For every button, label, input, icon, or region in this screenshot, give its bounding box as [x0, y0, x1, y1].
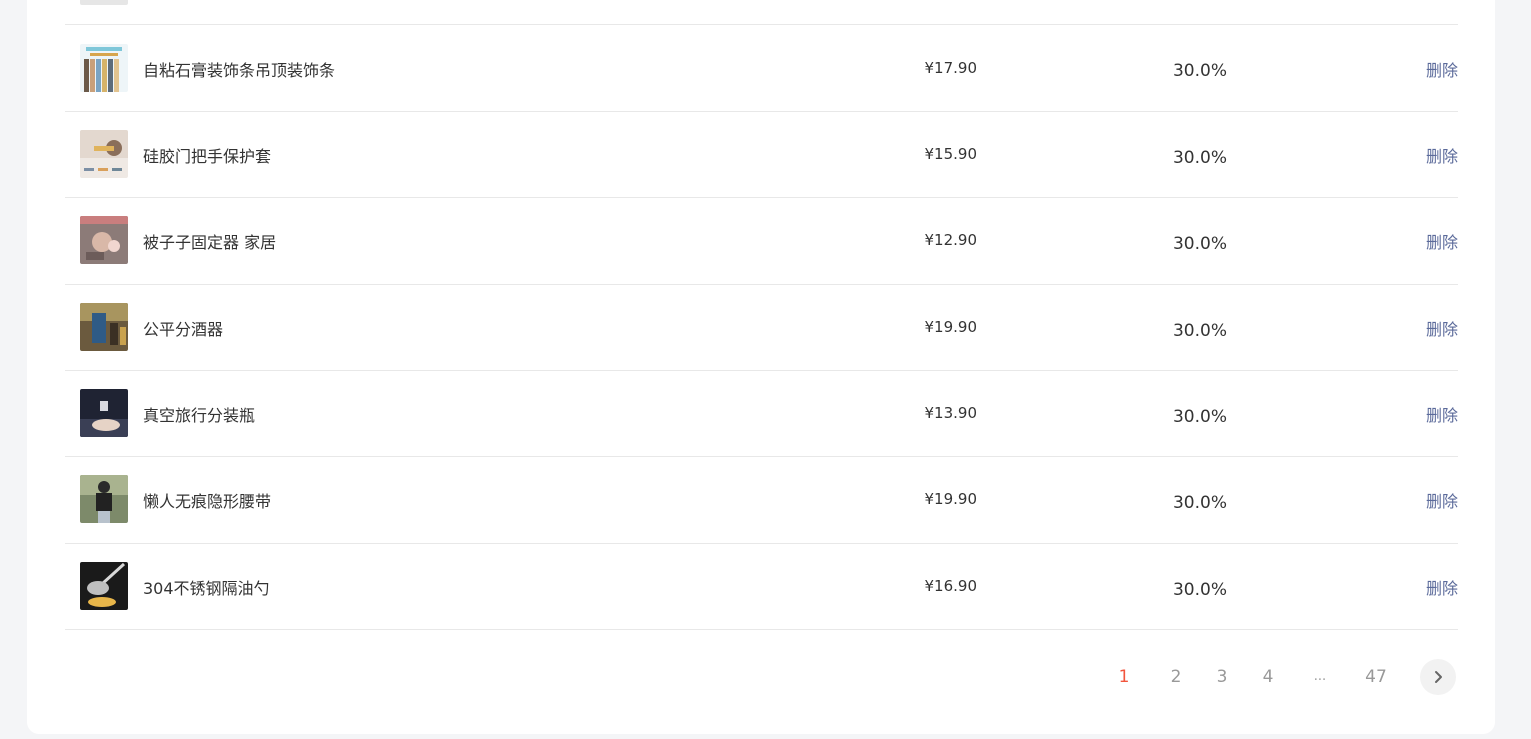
product-name: 真空旅行分装瓶 — [143, 406, 256, 425]
product-name: 硅胶门把手保护套 — [143, 147, 272, 166]
table-row: 304不锈钢隔油勺 ¥16.90 30.0% 删除 — [65, 544, 1458, 630]
commission-rate: 30.0% — [1172, 148, 1227, 168]
product-name: 304不锈钢隔油勺 — [143, 579, 270, 598]
chevron-right-icon — [1435, 671, 1442, 683]
product-name: 懒人无痕隐形腰带 — [143, 492, 272, 511]
quilt-fixer-image — [80, 216, 128, 264]
invisible-belt-image — [80, 475, 128, 523]
product-price: ¥16.90 — [924, 577, 978, 595]
commission-rate: 30.0% — [1172, 407, 1227, 427]
delete-link[interactable]: 删除 — [1426, 316, 1458, 340]
table-row: 真空旅行分装瓶 ¥13.90 30.0% 删除 — [65, 371, 1458, 457]
product-name: 自粘石膏装饰条吊顶装饰条 — [143, 61, 336, 80]
table-row: 硅胶门把手保护套 ¥15.90 30.0% 删除 — [65, 112, 1458, 198]
product-price: ¥19.90 — [924, 318, 978, 336]
product-price: ¥19.90 — [924, 490, 978, 508]
page-button-4[interactable]: 4 — [1253, 659, 1283, 695]
delete-link[interactable]: 删除 — [1426, 488, 1458, 512]
page-button-1[interactable]: 1 — [1109, 659, 1139, 695]
next-page-button[interactable] — [1420, 659, 1456, 695]
page-button-3[interactable]: 3 — [1207, 659, 1237, 695]
table-row: 公平分酒器 ¥19.90 30.0% 删除 — [65, 285, 1458, 371]
delete-link[interactable]: 删除 — [1426, 402, 1458, 426]
product-thumbnail — [80, 0, 128, 5]
oil-spoon-image — [80, 562, 128, 610]
delete-link[interactable]: 删除 — [1426, 57, 1458, 81]
table-row: 懒人无痕隐形腰带 ¥19.90 30.0% 删除 — [65, 457, 1458, 544]
product-price: ¥17.90 — [924, 59, 978, 77]
product-price: ¥12.90 — [924, 231, 978, 249]
delete-link[interactable]: 删除 — [1426, 143, 1458, 167]
page-button-2[interactable]: 2 — [1161, 659, 1191, 695]
pagination: 1 2 3 4 ... 47 — [1100, 659, 1460, 695]
commission-rate: 30.0% — [1172, 61, 1227, 81]
product-name: 公平分酒器 — [143, 320, 224, 339]
wine-dispenser-image — [80, 303, 128, 351]
product-price: ¥13.90 — [924, 404, 978, 422]
commission-rate: 30.0% — [1172, 493, 1227, 513]
commission-rate: 30.0% — [1172, 321, 1227, 341]
product-price: ¥15.90 — [924, 145, 978, 163]
delete-link[interactable]: 删除 — [1426, 229, 1458, 253]
product-name: 被子子固定器 家居 — [143, 233, 277, 252]
travel-bottle-image — [80, 389, 128, 437]
table-row: 自粘石膏装饰条吊顶装饰条 ¥17.90 30.0% 删除 — [65, 25, 1458, 112]
commission-rate: 30.0% — [1172, 580, 1227, 600]
delete-link[interactable]: 删除 — [1426, 575, 1458, 599]
table-row — [65, 0, 1458, 25]
table-row: 被子子固定器 家居 ¥12.90 30.0% 删除 — [65, 198, 1458, 285]
page-button-47[interactable]: 47 — [1361, 659, 1391, 695]
commission-rate: 30.0% — [1172, 234, 1227, 254]
page-ellipsis: ... — [1313, 669, 1327, 684]
door-handle-cover-image — [80, 130, 128, 178]
decor-strip-image — [80, 44, 128, 92]
